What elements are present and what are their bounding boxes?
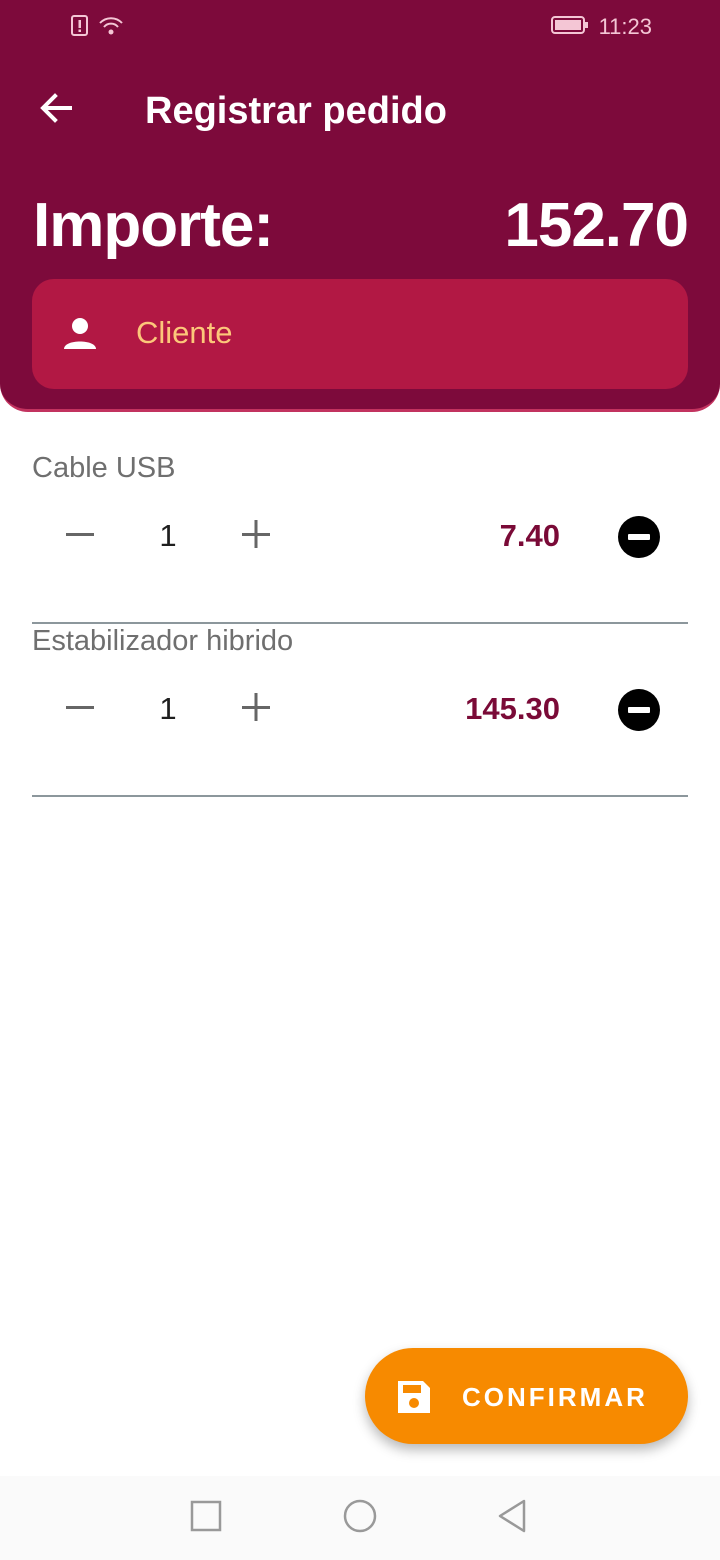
item-quantity: 1 — [159, 518, 177, 553]
minus-icon — [64, 691, 96, 728]
list-item: Estabilizador hibrido 1 145.30 — [32, 625, 688, 797]
item-name: Estabilizador hibrido — [32, 625, 294, 657]
person-icon — [62, 315, 98, 356]
remove-circle-icon — [628, 707, 650, 713]
list-item: Cable USB 1 7.40 — [32, 452, 688, 624]
remove-item-button[interactable] — [618, 689, 660, 731]
importe-label: Importe: — [33, 191, 274, 260]
wifi-icon — [98, 14, 124, 43]
decrease-quantity-button[interactable] — [56, 685, 104, 733]
battery-icon — [550, 15, 589, 40]
increase-quantity-button[interactable] — [232, 512, 280, 560]
recent-apps-icon — [189, 1499, 223, 1538]
item-price: 145.30 — [465, 691, 560, 726]
cliente-selector[interactable]: Cliente — [32, 279, 688, 389]
item-price: 7.40 — [499, 518, 560, 553]
status-time: 11:23 — [598, 14, 652, 39]
item-quantity: 1 — [159, 691, 177, 726]
system-back-button[interactable] — [492, 1498, 532, 1538]
remove-item-button[interactable] — [618, 516, 660, 558]
home-icon — [342, 1498, 378, 1539]
minus-icon — [64, 518, 96, 555]
page-title: Registrar pedido — [145, 90, 447, 132]
decrease-quantity-button[interactable] — [56, 512, 104, 560]
increase-quantity-button[interactable] — [232, 685, 280, 733]
back-button[interactable] — [30, 84, 82, 136]
confirm-button[interactable]: CONFIRMAR — [365, 1348, 688, 1444]
app-header: 11:23 Registrar pedido Importe: 152.70 C… — [0, 0, 720, 412]
importe-value: 152.70 — [504, 191, 689, 260]
save-icon — [395, 1378, 433, 1421]
sim-alert-icon — [70, 14, 90, 43]
arrow-left-icon — [36, 88, 76, 133]
confirm-label: CONFIRMAR — [462, 1382, 648, 1412]
plus-icon — [240, 691, 272, 728]
home-button[interactable] — [340, 1498, 380, 1538]
plus-icon — [240, 518, 272, 555]
cliente-label: Cliente — [136, 315, 233, 350]
item-name: Cable USB — [32, 452, 176, 484]
back-triangle-icon — [494, 1498, 530, 1539]
system-navigation-bar — [0, 1476, 720, 1560]
remove-circle-icon — [628, 534, 650, 540]
status-bar: 11:23 — [0, 0, 720, 56]
recent-apps-button[interactable] — [186, 1498, 226, 1538]
